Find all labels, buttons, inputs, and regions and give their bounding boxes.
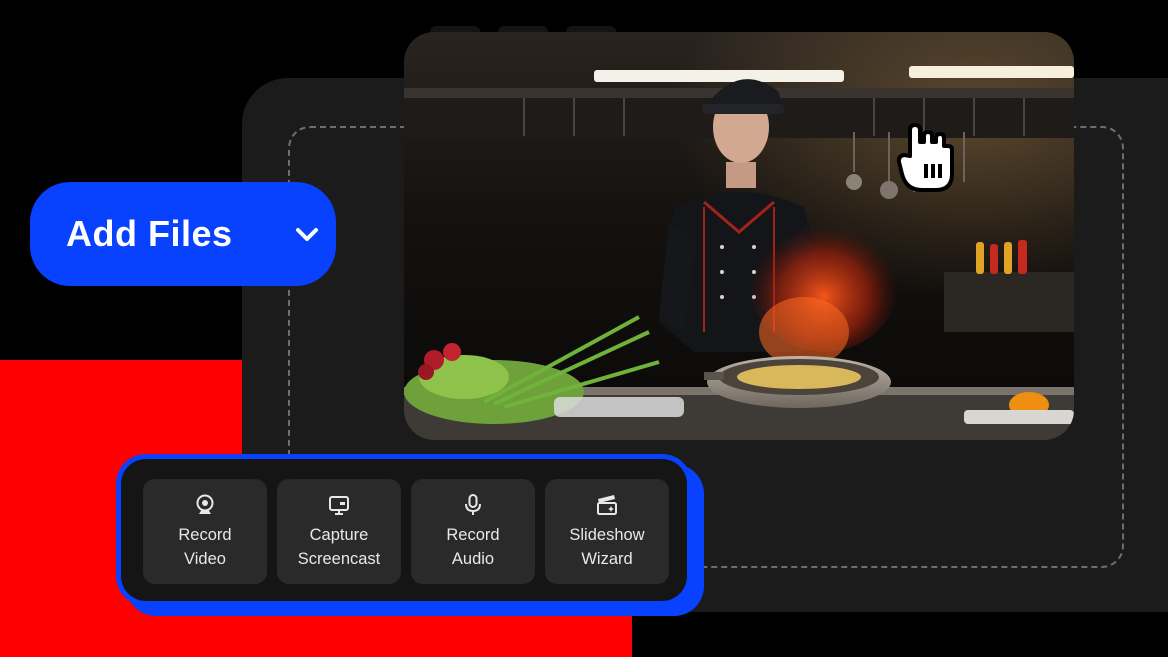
video-preview (404, 32, 1074, 440)
record-audio-button[interactable]: Record Audio (411, 479, 535, 584)
monitor-icon (329, 496, 349, 515)
webcam-icon (196, 494, 214, 514)
record-video-label: Record Video (178, 526, 232, 568)
clapperboard-icon (597, 495, 617, 515)
record-audio-label: Record Audio (446, 526, 500, 568)
slideshow-wizard-button[interactable]: Slideshow Wizard (545, 479, 669, 584)
record-video-button[interactable]: Record Video (143, 479, 267, 584)
hand-cursor-icon (896, 123, 954, 192)
tool-tray: Record Video Capture Screencast Record A… (116, 454, 692, 606)
capture-screencast-button[interactable]: Capture Screencast (277, 479, 401, 584)
chevron-down-icon[interactable] (294, 222, 320, 248)
add-files-button[interactable]: Add Files (30, 182, 336, 286)
slideshow-wizard-label: Slideshow Wizard (569, 526, 645, 568)
capture-screencast-label: Capture Screencast (297, 526, 381, 568)
add-files-label: Add Files (66, 213, 233, 254)
microphone-icon (465, 494, 481, 515)
